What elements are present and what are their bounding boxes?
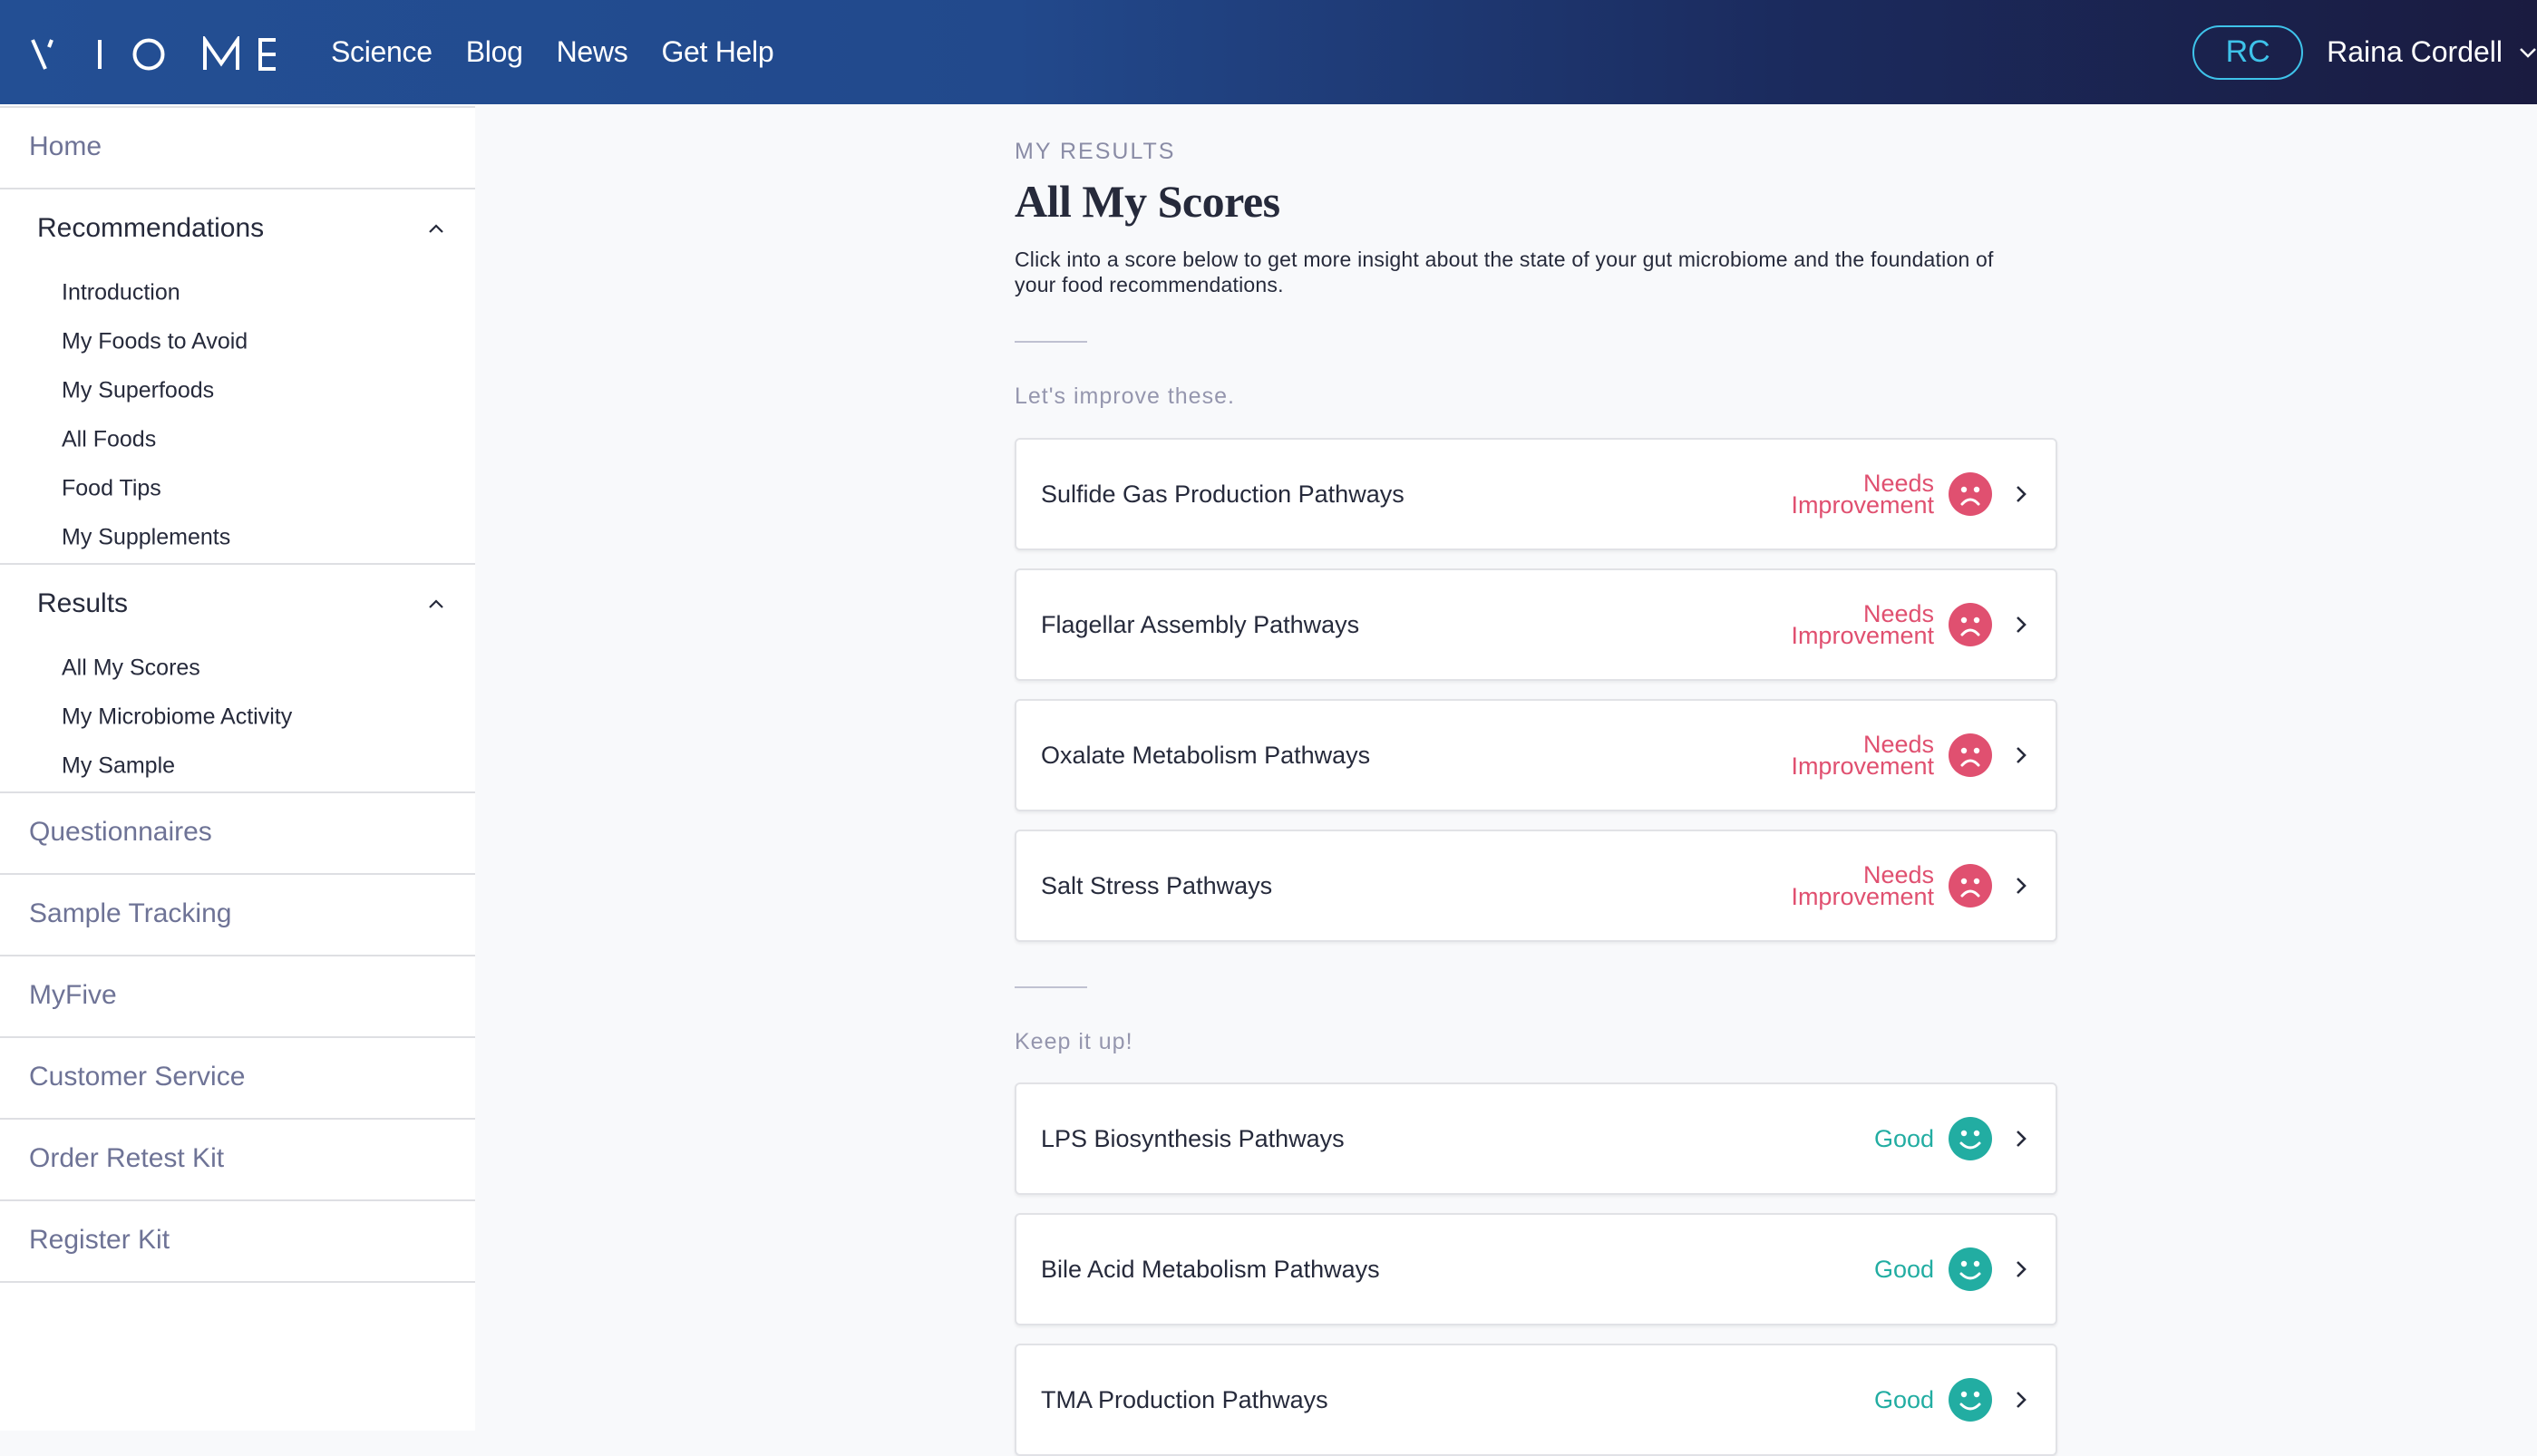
sidebar-item-questionnaires[interactable]: Questionnaires (29, 817, 212, 848)
chevron-right-icon (2017, 486, 2027, 502)
chevron-up-icon[interactable] (426, 597, 446, 610)
sidebar-item-home[interactable]: Home (29, 131, 102, 162)
status-badge: Needs Improvement (1791, 861, 1934, 910)
main-content: MY RESULTS All My Scores Click into a sc… (475, 104, 2537, 1456)
score-name: Flagellar Assembly Pathways (1041, 610, 1360, 638)
sidebar-item-my-sample[interactable]: My Sample (62, 753, 175, 780)
happy-face-icon (1949, 1247, 1992, 1291)
page-title: All My Scores (1015, 176, 1280, 227)
sad-face-icon (1949, 864, 1992, 908)
score-name: Sulfide Gas Production Pathways (1041, 480, 1405, 508)
section-divider (1015, 341, 1087, 343)
user-menu[interactable]: RC Raina Cordell (2192, 0, 2537, 104)
divider (0, 1281, 475, 1283)
chevron-right-icon (2017, 1131, 2027, 1147)
user-name[interactable]: Raina Cordell (2327, 35, 2503, 69)
status-badge: Good (1873, 1256, 1934, 1283)
top-nav: Science Blog News Get Help (331, 0, 774, 104)
divider (0, 1199, 475, 1201)
chevron-down-icon[interactable] (2519, 34, 2537, 71)
nav-link-science[interactable]: Science (331, 35, 433, 69)
section-divider (1015, 986, 1087, 988)
divider (0, 188, 475, 189)
chevron-right-icon (2017, 1261, 2027, 1277)
status-badge: Needs Improvement (1791, 470, 1934, 519)
sidebar-item-customer-service[interactable]: Customer Service (29, 1062, 245, 1092)
sidebar-item-myfive[interactable]: MyFive (29, 980, 117, 1011)
sad-face-icon (1949, 472, 1992, 516)
divider (0, 563, 475, 565)
nav-link-blog[interactable]: Blog (466, 35, 523, 69)
divider (0, 791, 475, 793)
sidebar-group-results[interactable]: Results (37, 588, 128, 619)
chevron-right-icon (2017, 747, 2027, 763)
sidebar-group-recommendations[interactable]: Recommendations (37, 213, 264, 244)
nav-link-news[interactable]: News (557, 35, 628, 69)
sidebar: Home Recommendations Introduction My Foo… (0, 104, 475, 1431)
sidebar-item-supplements[interactable]: My Supplements (62, 525, 230, 551)
section-label-improve: Let's improve these. (1015, 383, 1235, 409)
score-name: Salt Stress Pathways (1041, 871, 1273, 899)
score-card[interactable]: Oxalate Metabolism Pathways Needs Improv… (1015, 699, 2057, 811)
score-name: LPS Biosynthesis Pathways (1041, 1124, 1345, 1152)
sidebar-item-register-kit[interactable]: Register Kit (29, 1225, 170, 1256)
chevron-right-icon (2017, 878, 2027, 894)
score-card[interactable]: TMA Production Pathways Good (1015, 1344, 2057, 1456)
status-badge: Good (1873, 1125, 1934, 1152)
viome-logo-icon (31, 36, 276, 71)
sidebar-item-all-my-scores[interactable]: All My Scores (62, 655, 200, 682)
sad-face-icon (1949, 603, 1992, 646)
sidebar-item-all-foods[interactable]: All Foods (62, 427, 156, 453)
score-card[interactable]: Sulfide Gas Production Pathways Needs Im… (1015, 438, 2057, 550)
status-badge: Good (1873, 1386, 1934, 1413)
sidebar-item-superfoods[interactable]: My Superfoods (62, 378, 214, 404)
status-badge: Needs Improvement (1791, 731, 1934, 780)
chevron-right-icon (2017, 1392, 2027, 1408)
score-name: Bile Acid Metabolism Pathways (1041, 1255, 1380, 1283)
score-card[interactable]: Bile Acid Metabolism Pathways Good (1015, 1213, 2057, 1325)
top-nav-bar: Science Blog News Get Help RC Raina Cord… (0, 0, 2537, 104)
divider (0, 106, 475, 108)
nav-link-get-help[interactable]: Get Help (661, 35, 773, 69)
score-card[interactable]: Salt Stress Pathways Needs Improvement (1015, 830, 2057, 942)
section-label-keep-it-up: Keep it up! (1015, 1029, 1133, 1054)
viome-logo[interactable] (31, 36, 276, 73)
score-name: Oxalate Metabolism Pathways (1041, 741, 1371, 769)
avatar[interactable]: RC (2192, 24, 2304, 80)
sidebar-item-foods-to-avoid[interactable]: My Foods to Avoid (62, 329, 248, 355)
sidebar-item-microbiome-activity[interactable]: My Microbiome Activity (62, 704, 292, 731)
status-badge: Needs Improvement (1791, 600, 1934, 649)
divider (0, 1118, 475, 1120)
chevron-up-icon[interactable] (426, 222, 446, 235)
score-card[interactable]: Flagellar Assembly Pathways Needs Improv… (1015, 568, 2057, 681)
sidebar-item-sample-tracking[interactable]: Sample Tracking (29, 898, 231, 929)
chevron-right-icon (2017, 616, 2027, 633)
divider (0, 955, 475, 956)
happy-face-icon (1949, 1378, 1992, 1422)
divider (0, 873, 475, 875)
sad-face-icon (1949, 733, 1992, 777)
sidebar-item-introduction[interactable]: Introduction (62, 280, 180, 306)
page-description: Click into a score below to get more ins… (1015, 248, 1994, 296)
divider (0, 1036, 475, 1038)
happy-face-icon (1949, 1117, 1992, 1160)
score-card[interactable]: LPS Biosynthesis Pathways Good (1015, 1082, 2057, 1195)
sidebar-item-order-retest-kit[interactable]: Order Retest Kit (29, 1143, 224, 1174)
sidebar-item-food-tips[interactable]: Food Tips (62, 476, 161, 502)
page-eyebrow: MY RESULTS (1015, 139, 1176, 164)
score-name: TMA Production Pathways (1041, 1385, 1328, 1413)
